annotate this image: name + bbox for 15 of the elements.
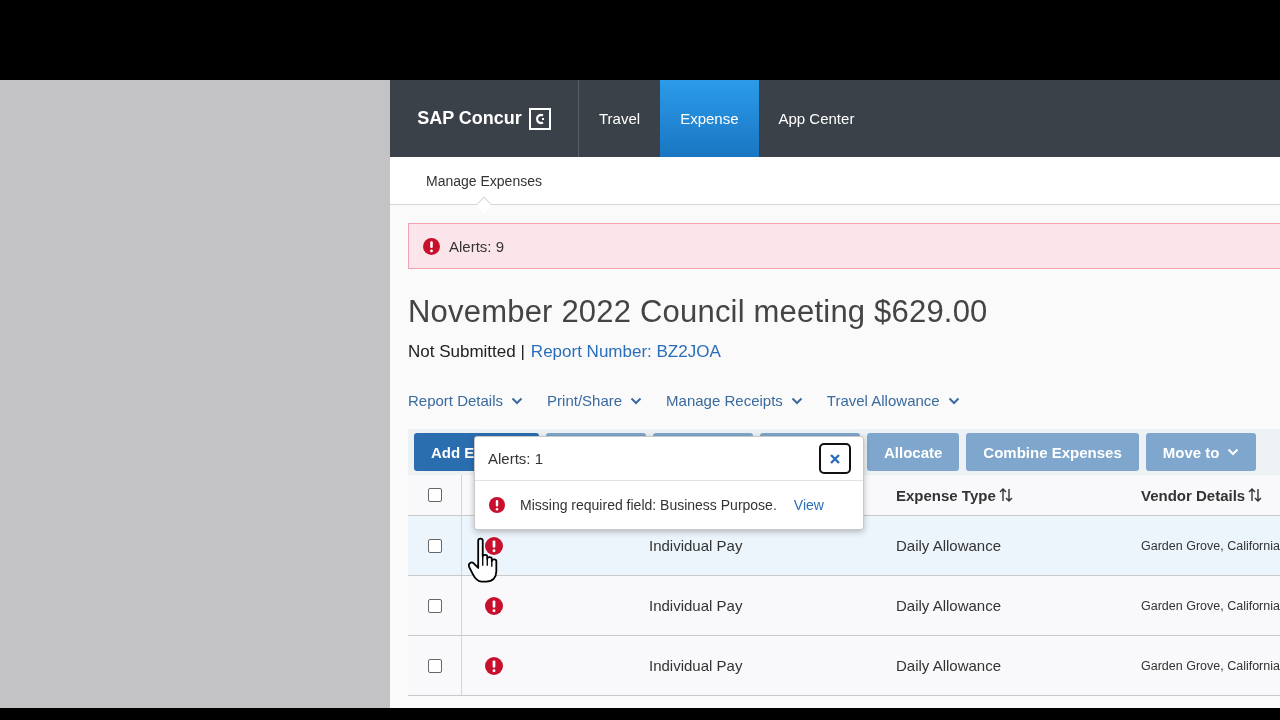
alerts-count: Alerts: 9 bbox=[449, 237, 505, 255]
table-cell: Daily Allowance bbox=[896, 597, 1002, 614]
table-cell: Daily Allowance bbox=[896, 657, 1002, 674]
logo-text: SAP Concur bbox=[417, 108, 522, 129]
report-status: Not Submitted | bbox=[408, 342, 525, 362]
table-cell: Individual Pay bbox=[649, 657, 743, 674]
table-cell: Garden Grove, California bbox=[1141, 598, 1280, 613]
table-cell: Daily Allowance bbox=[896, 537, 1002, 554]
alert-message: Missing required field: Business Purpose. bbox=[520, 497, 777, 513]
table-cell: Garden Grove, California bbox=[1141, 538, 1280, 553]
table-cell: Individual Pay bbox=[649, 597, 743, 614]
table-cell: Garden Grove, California bbox=[1141, 658, 1280, 673]
popup-title: Alerts: 1 bbox=[488, 450, 544, 467]
table-cell: Individual Pay bbox=[649, 537, 743, 554]
report-title: November 2022 Council meeting $629.00 bbox=[408, 294, 989, 330]
